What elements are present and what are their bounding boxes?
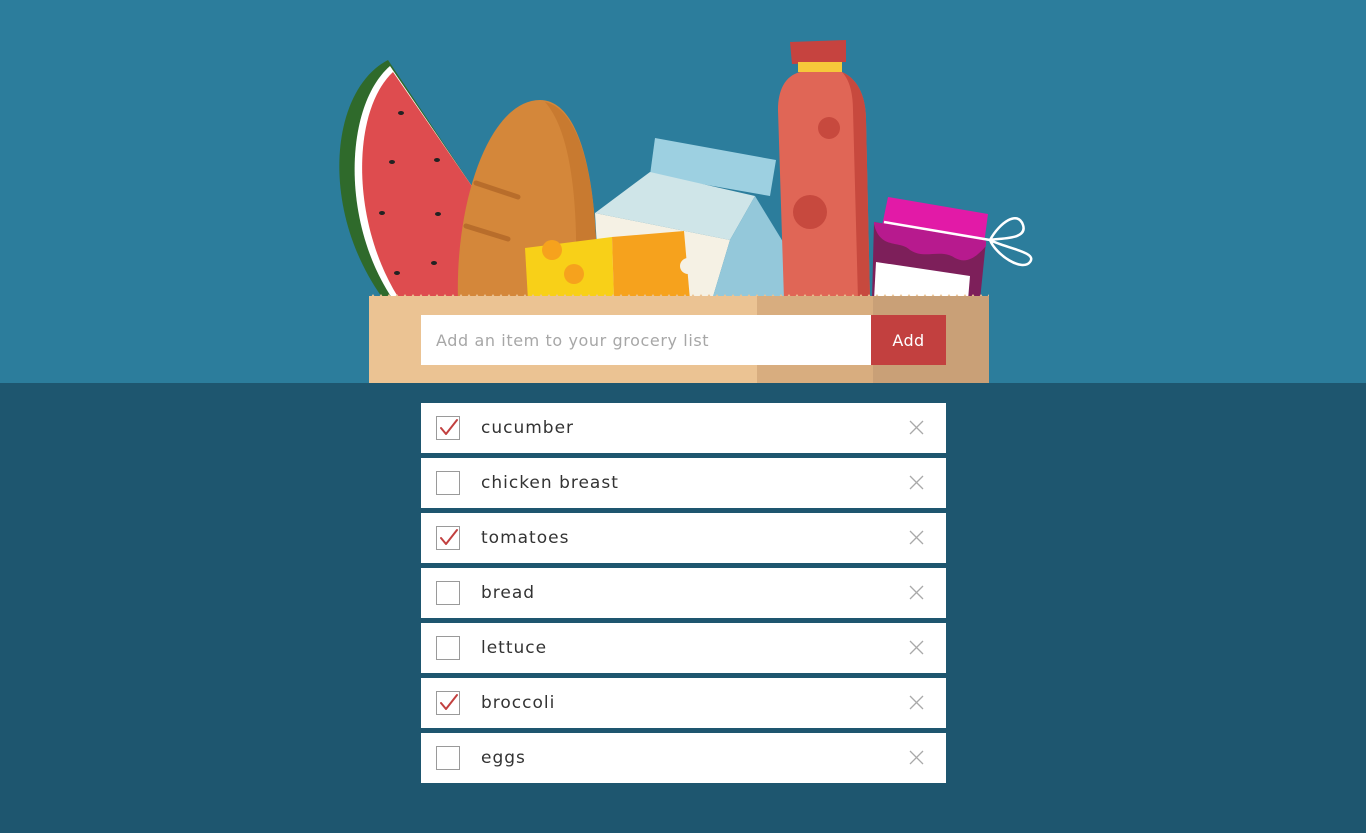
list-item: bread bbox=[421, 568, 946, 618]
close-icon bbox=[909, 530, 924, 545]
item-checkbox[interactable] bbox=[436, 636, 460, 660]
item-label: chicken breast bbox=[481, 473, 619, 493]
close-icon bbox=[909, 750, 924, 765]
checkmark-icon bbox=[440, 419, 458, 435]
delete-item-button[interactable] bbox=[909, 530, 924, 545]
cheese-icon bbox=[525, 231, 696, 300]
item-checkbox[interactable] bbox=[436, 691, 460, 715]
checkmark-icon bbox=[440, 529, 458, 545]
close-icon bbox=[909, 585, 924, 600]
item-checkbox[interactable] bbox=[436, 526, 460, 550]
checkmark-icon bbox=[440, 694, 458, 710]
item-label: eggs bbox=[481, 748, 526, 768]
item-checkbox[interactable] bbox=[436, 416, 460, 440]
list-item: lettuce bbox=[421, 623, 946, 673]
delete-item-button[interactable] bbox=[909, 475, 924, 490]
item-label: cucumber bbox=[481, 418, 575, 438]
item-label: tomatoes bbox=[481, 528, 570, 548]
add-item-form: Add bbox=[421, 315, 946, 365]
close-icon bbox=[909, 695, 924, 710]
delete-item-button[interactable] bbox=[909, 695, 924, 710]
jam-jar-icon bbox=[872, 197, 1033, 300]
delete-item-button[interactable] bbox=[909, 640, 924, 655]
close-icon bbox=[909, 640, 924, 655]
item-checkbox[interactable] bbox=[436, 581, 460, 605]
list-item: eggs bbox=[421, 733, 946, 783]
item-label: lettuce bbox=[481, 638, 548, 658]
watermelon-icon bbox=[339, 60, 478, 300]
item-checkbox[interactable] bbox=[436, 746, 460, 770]
close-icon bbox=[909, 475, 924, 490]
list-item: cucumber bbox=[421, 403, 946, 453]
item-label: bread bbox=[481, 583, 536, 603]
item-checkbox[interactable] bbox=[436, 471, 460, 495]
bottle-icon bbox=[778, 40, 870, 300]
list-item: chicken breast bbox=[421, 458, 946, 508]
list-item: broccoli bbox=[421, 678, 946, 728]
delete-item-button[interactable] bbox=[909, 750, 924, 765]
delete-item-button[interactable] bbox=[909, 420, 924, 435]
add-button[interactable]: Add bbox=[871, 315, 946, 365]
item-label: broccoli bbox=[481, 693, 556, 713]
grocery-list: cucumber chicken breast tomatoes bread lettu… bbox=[421, 403, 946, 788]
list-item: tomatoes bbox=[421, 513, 946, 563]
close-icon bbox=[909, 420, 924, 435]
add-item-input[interactable] bbox=[421, 315, 871, 365]
delete-item-button[interactable] bbox=[909, 585, 924, 600]
